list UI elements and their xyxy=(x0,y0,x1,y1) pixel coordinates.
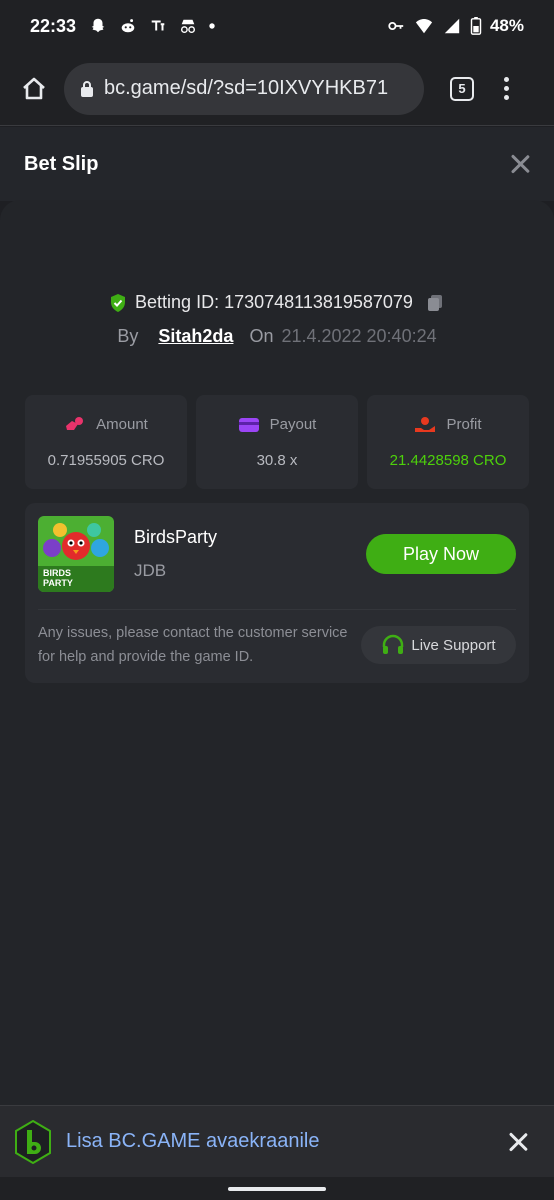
page-title: Bet Slip xyxy=(24,152,99,175)
stat-value: 30.8 x xyxy=(256,451,298,469)
on-label: On xyxy=(249,326,274,346)
svg-text:PARTY: PARTY xyxy=(43,578,73,588)
wifi-icon xyxy=(415,19,433,34)
browser-menu-button[interactable] xyxy=(504,77,509,100)
battery-percent: 48% xyxy=(489,16,524,35)
signal-icon xyxy=(444,18,460,34)
home-icon xyxy=(23,77,45,99)
shield-check-icon xyxy=(111,293,126,312)
payout-icon xyxy=(238,417,259,432)
lock-icon xyxy=(81,80,93,97)
stat-value: 0.71955905 CRO xyxy=(47,451,165,469)
copy-icon[interactable] xyxy=(425,293,445,313)
profit-icon xyxy=(415,416,436,432)
game-name[interactable]: BirdsParty xyxy=(134,527,217,548)
stat-profit: Profit 21.4428598 CRO xyxy=(367,395,529,489)
stat-label: Amount xyxy=(96,416,148,433)
status-time: 22:33 xyxy=(30,15,77,36)
notification-icons xyxy=(88,17,216,35)
play-now-button[interactable]: Play Now xyxy=(366,534,516,574)
home-button[interactable] xyxy=(16,71,52,107)
banner-close-button[interactable] xyxy=(508,1132,528,1152)
url-text: bc.game/sd/?sd=10IXVYHKB71 xyxy=(104,77,389,99)
install-app-banner[interactable]: Lisa BC.GAME avaekraanile xyxy=(0,1105,554,1177)
battery-icon xyxy=(470,17,482,35)
status-bar: 22:33 48% xyxy=(0,0,554,52)
reddit-icon xyxy=(121,19,135,33)
stat-label: Profit xyxy=(446,416,482,433)
close-button[interactable] xyxy=(510,154,530,174)
stat-label: Payout xyxy=(269,416,317,433)
betting-id: Betting ID: 1730748113819587079 xyxy=(135,292,413,312)
game-card: BIRDS PARTY BirdsParty JDB Play Now Any … xyxy=(25,503,529,683)
svg-text:BIRDS: BIRDS xyxy=(43,568,71,578)
game-thumbnail[interactable]: BIRDS PARTY xyxy=(38,516,114,592)
browser-toolbar: bc.game/sd/?sd=10IXVYHKB71 5 xyxy=(0,52,554,126)
tiktok-like-icon xyxy=(151,20,165,31)
snapchat-icon xyxy=(91,18,105,33)
bet-stats: Amount 0.71955905 CRO Payout 30.8 x Prof… xyxy=(25,395,529,489)
install-banner-text[interactable]: Lisa BC.GAME avaekraanile xyxy=(66,1130,319,1153)
system-icons: 48% xyxy=(386,16,524,36)
incognito-icon xyxy=(181,19,196,34)
stat-amount: Amount 0.71955905 CRO xyxy=(25,395,187,489)
stat-value: 21.4428598 CRO xyxy=(389,451,507,469)
game-provider: JDB xyxy=(134,561,167,580)
user-link[interactable]: Sitah2da xyxy=(158,326,233,347)
birds-party-image: BIRDS PARTY xyxy=(38,516,114,592)
bet-slip-header: Bet Slip xyxy=(0,127,554,201)
system-nav-bar xyxy=(0,1177,554,1200)
screen: 22:33 48% bc.game/sd/?sd=10IXVYHKB71 5 B… xyxy=(0,0,554,1200)
bet-slip-panel: Betting ID: 1730748113819587079 By Sitah… xyxy=(0,200,554,1105)
by-label: By xyxy=(117,326,139,346)
tab-switcher-button[interactable]: 5 xyxy=(450,76,474,101)
stat-payout: Payout 30.8 x xyxy=(196,395,358,489)
bet-date: 21.4.2022 20:40:24 xyxy=(281,326,437,346)
live-support-label: Live Support xyxy=(411,636,496,654)
support-help-text: Any issues, please contact the customer … xyxy=(38,625,348,665)
headset-icon xyxy=(383,634,404,654)
address-bar[interactable]: bc.game/sd/?sd=10IXVYHKB71 xyxy=(64,62,424,115)
dot-icon xyxy=(209,23,215,29)
bet-meta-row: By Sitah2da On 21.4.2022 20:40:24 xyxy=(0,326,554,347)
amount-icon xyxy=(66,416,84,430)
home-indicator[interactable] xyxy=(228,1187,326,1191)
bc-game-logo-icon xyxy=(15,1119,51,1164)
betting-id-row: Betting ID: 1730748113819587079 xyxy=(0,292,554,313)
divider xyxy=(38,609,516,610)
live-support-button[interactable]: Live Support xyxy=(361,626,516,664)
key-icon xyxy=(388,21,404,31)
